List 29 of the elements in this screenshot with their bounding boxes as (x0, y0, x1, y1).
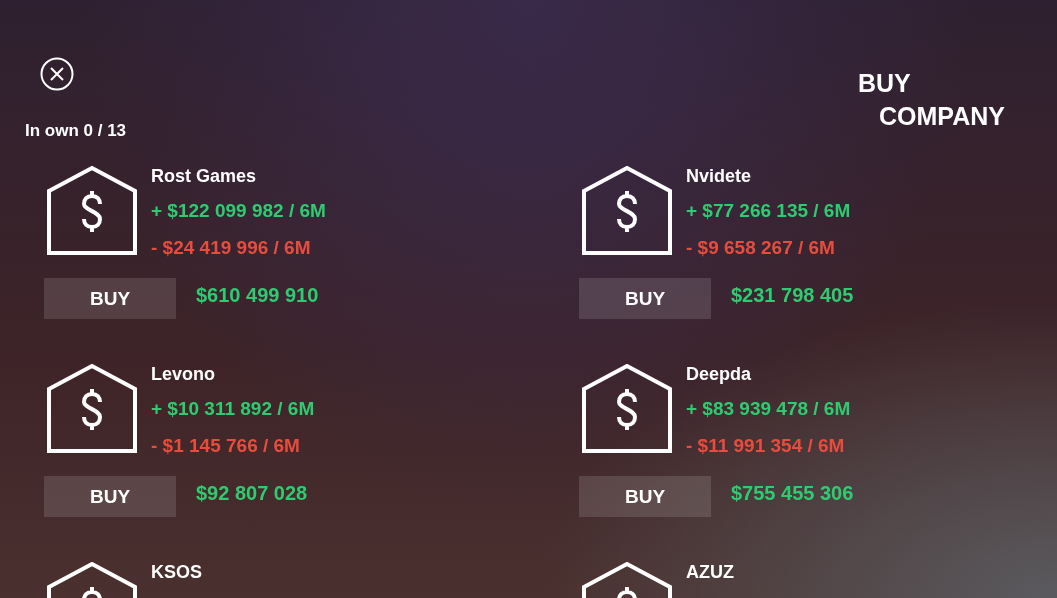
company-name: KSOS (151, 562, 202, 582)
expense-text: - $9 658 267 / 6M (686, 238, 836, 258)
house-dollar-icon (47, 364, 137, 454)
price-text: $231 798 405 (731, 284, 854, 306)
price-text: $610 499 910 (196, 284, 319, 306)
company-name: AZUZ (686, 562, 734, 582)
company-name: Deepda (686, 364, 753, 384)
price-text: $755 455 306 (731, 482, 854, 504)
income-text: + $122 099 982 / 6M (151, 201, 326, 221)
house-dollar-icon (582, 166, 672, 256)
close-icon[interactable] (40, 57, 74, 91)
buy-button[interactable]: BUY (579, 278, 711, 319)
expense-text: - $24 419 996 / 6M (151, 238, 312, 258)
company-name: Levono (151, 364, 216, 384)
company-name: Rost Games (151, 166, 258, 186)
page-title: BUY COMPANY (858, 68, 1006, 132)
expense-text: - $11 991 354 / 6M (686, 436, 846, 456)
buy-button[interactable]: BUY (44, 278, 176, 319)
income-text: + $10 311 892 / 6M (151, 399, 315, 419)
income-text: + $77 266 135 / 6M (686, 201, 851, 221)
company-name: Nvidete (686, 166, 753, 186)
buy-button[interactable]: BUY (579, 476, 711, 517)
owned-count: In own 0 / 13 (25, 121, 127, 141)
house-dollar-icon (582, 364, 672, 454)
buy-button[interactable]: BUY (44, 476, 176, 517)
income-text: + $83 939 478 / 6M (686, 399, 851, 419)
price-text: $92 807 028 (196, 482, 308, 504)
expense-text: - $1 145 766 / 6M (151, 436, 301, 456)
house-dollar-icon (47, 166, 137, 256)
